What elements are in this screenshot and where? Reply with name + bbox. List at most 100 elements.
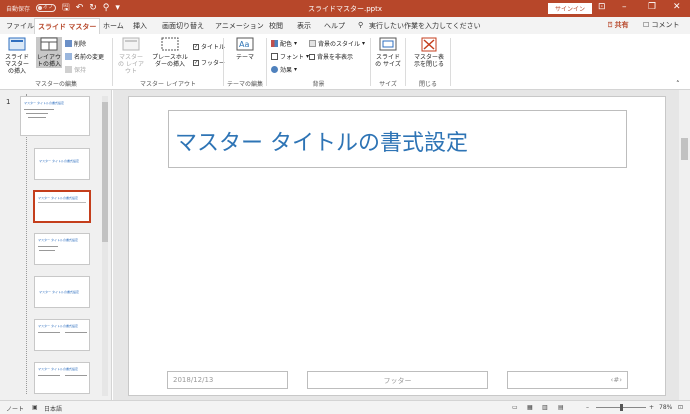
thumbnail-line: [65, 375, 87, 376]
preserve-button[interactable]: 保持: [65, 65, 86, 74]
slide-size-icon: [379, 37, 397, 51]
share-icon: ⍞: [608, 21, 613, 29]
footer-checkbox[interactable]: ✓ フッター: [193, 58, 225, 67]
colors-label: 配色: [280, 41, 293, 48]
thumbnail-line: [38, 202, 86, 203]
zoom-out-icon[interactable]: –: [586, 404, 589, 411]
zoom-slider-thumb[interactable]: [620, 404, 623, 411]
slide-number-placeholder[interactable]: ‹#›: [507, 371, 628, 389]
thumbnail-layout[interactable]: マスター タイトルの書式設定: [34, 319, 90, 351]
background-styles-dropdown[interactable]: 背景のスタイル ▾: [309, 39, 365, 48]
effects-dropdown[interactable]: 効果 ▾: [271, 65, 297, 74]
effects-label: 効果: [280, 67, 293, 74]
theme-button[interactable]: Aa テーマ: [232, 37, 258, 61]
language-label[interactable]: 日本語: [44, 404, 62, 413]
minimize-icon[interactable]: –: [622, 2, 627, 12]
comment-label: コメント: [651, 21, 680, 29]
thumbnail-scrollbar-thumb[interactable]: [102, 102, 108, 242]
checkmark-icon: ✓: [193, 59, 199, 66]
master-layout-button[interactable]: マスターの レイアウト: [118, 37, 144, 75]
preserve-icon: [65, 66, 72, 73]
tab-slide-master[interactable]: スライド マスター: [34, 18, 101, 34]
zoom-in-icon[interactable]: +: [649, 404, 654, 411]
hierarchy-line: [26, 94, 27, 394]
insert-layout-button[interactable]: レイアウトの挿入: [36, 37, 62, 68]
ribbon: スライド マスターの挿入 レイアウトの挿入 削除 名前の変更 保持 マスターの編…: [0, 34, 690, 90]
hide-background-checkbox[interactable]: 背景を非表示: [309, 52, 353, 61]
thumbnail-line: [39, 250, 55, 251]
close-master-icon: [421, 37, 437, 52]
insert-placeholder-button[interactable]: プレースホルダーの挿入: [151, 37, 189, 68]
thumbnail-pane: 1 マスター タイトルの書式設定 マスター タイトルの書式設定 マスター タイト…: [0, 90, 112, 400]
slide-sorter-icon[interactable]: ▦: [527, 404, 533, 411]
tab-insert[interactable]: 挿入: [133, 21, 147, 31]
thumbnail-layout[interactable]: マスター タイトルの書式設定: [34, 233, 90, 265]
thumbnail-line: [38, 332, 60, 333]
tab-help[interactable]: ヘルプ: [324, 21, 345, 31]
thumbnail-title: マスター タイトルの書式設定: [38, 238, 78, 242]
tab-animations[interactable]: アニメーション: [215, 21, 264, 31]
close-icon[interactable]: ✕: [673, 2, 681, 12]
thumbnail-line: [38, 246, 58, 247]
ribbon-tabs: ファイル スライド マスター ホーム 挿入 画面切り替え アニメーション 校閲 …: [0, 17, 690, 34]
tell-me-icon[interactable]: ⚲: [358, 21, 363, 29]
ribbon-display-icon[interactable]: ⊡: [598, 2, 606, 12]
checkbox-icon: [309, 53, 315, 60]
zoom-level[interactable]: 78%: [659, 404, 672, 411]
tell-me-input[interactable]: 実行したい作業を入力してください: [369, 21, 481, 31]
delete-icon: [65, 40, 72, 47]
slide-number: 1: [6, 98, 11, 106]
colors-icon: [271, 40, 278, 47]
title-checkbox-label: タイトル: [201, 44, 226, 51]
rename-button[interactable]: 名前の変更: [65, 52, 104, 61]
reading-view-icon[interactable]: ▥: [542, 404, 548, 411]
footer-checkbox-label: フッター: [201, 60, 226, 67]
master-layout-icon: [122, 37, 140, 51]
group-size: スライドの サイズ サイズ: [371, 34, 405, 90]
comment-button[interactable]: ☐ コメント: [643, 20, 680, 30]
thumbnail-layout-selected[interactable]: マスター タイトルの書式設定: [33, 190, 91, 223]
thumbnail-master[interactable]: マスター タイトルの書式設定: [20, 96, 90, 136]
title-checkbox[interactable]: ✓ タイトル: [193, 42, 225, 51]
share-button[interactable]: ⍞ 共有: [608, 20, 629, 30]
slideshow-icon[interactable]: ▤: [558, 404, 564, 411]
thumbnail-layout[interactable]: マスター タイトルの書式設定: [34, 276, 90, 308]
slide-size-button[interactable]: スライドの サイズ: [375, 37, 401, 68]
group-edit-theme: Aa テーマ テーマの編集: [224, 34, 266, 90]
footer-placeholder[interactable]: フッター: [307, 371, 488, 389]
rename-icon: [65, 53, 72, 60]
colors-dropdown[interactable]: 配色 ▾: [271, 39, 297, 48]
thumbnail-line: [65, 332, 87, 333]
normal-view-icon[interactable]: ▭: [512, 404, 518, 411]
title-placeholder[interactable]: マスター タイトルの書式設定: [168, 110, 627, 168]
fonts-label: フォント: [280, 54, 305, 61]
thumbnail-title: マスター タイトルの書式設定: [39, 290, 79, 294]
tab-transitions[interactable]: 画面切り替え: [162, 21, 204, 31]
delete-label: 削除: [74, 41, 87, 48]
fonts-icon: [271, 53, 278, 60]
signin-button[interactable]: サインイン: [548, 3, 593, 14]
close-master-view-button[interactable]: マスター表示を閉じる: [414, 37, 444, 68]
fonts-dropdown[interactable]: フォント ▾: [271, 52, 309, 61]
thumbnail-line: [26, 113, 48, 114]
delete-button[interactable]: 削除: [65, 39, 86, 48]
date-placeholder[interactable]: 2018/12/13: [167, 371, 288, 389]
insert-slide-master-button[interactable]: スライド マスターの挿入: [4, 37, 30, 75]
thumbnail-title: マスター タイトルの書式設定: [24, 101, 64, 105]
tab-review[interactable]: 校閲: [269, 21, 283, 31]
tab-file[interactable]: ファイル: [6, 21, 34, 31]
effects-icon: [271, 66, 278, 73]
thumbnail-layout[interactable]: マスター タイトルの書式設定: [34, 148, 90, 180]
fit-to-window-icon[interactable]: ⊡: [678, 404, 683, 411]
spell-check-icon[interactable]: ▣: [32, 404, 38, 411]
collapse-ribbon-icon[interactable]: ˄: [676, 80, 680, 88]
thumbnail-layout[interactable]: マスター タイトルの書式設定: [34, 362, 90, 394]
tab-home[interactable]: ホーム: [103, 21, 124, 31]
checkmark-icon: ✓: [193, 43, 199, 50]
slide-master-icon: [8, 37, 26, 51]
group-label-edit-theme: テーマの編集: [226, 81, 263, 88]
maximize-icon[interactable]: ❐: [648, 2, 656, 12]
tab-view[interactable]: 表示: [297, 21, 311, 31]
main-scrollbar[interactable]: [679, 90, 690, 400]
main-scrollbar-thumb[interactable]: [681, 138, 688, 160]
